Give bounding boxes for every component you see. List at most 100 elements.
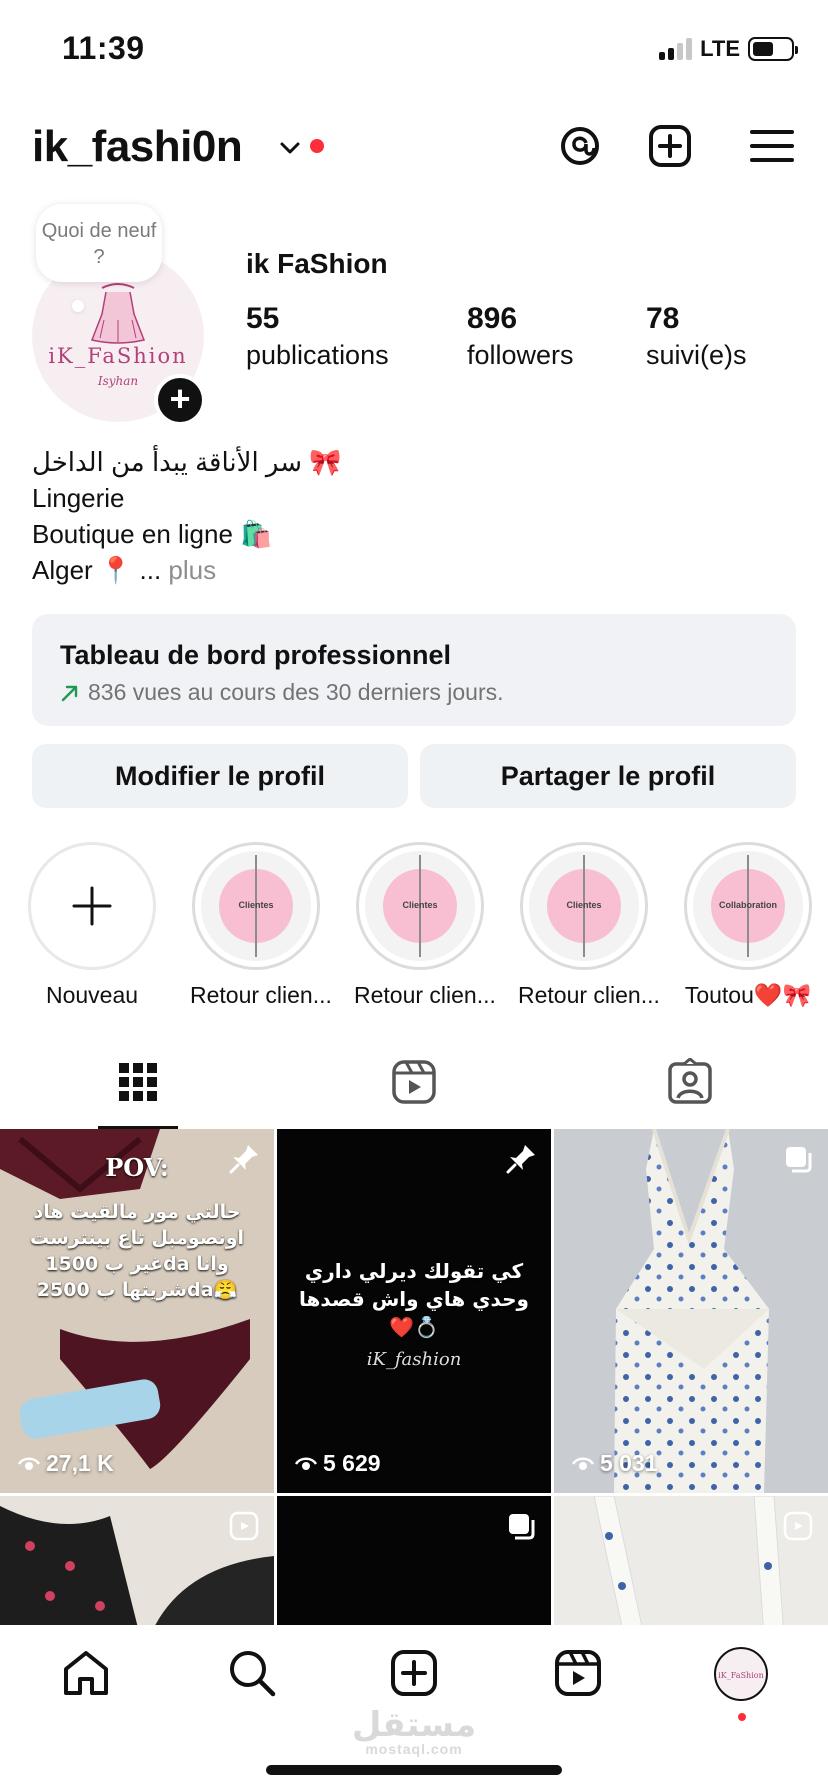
dashboard-subtitle-row: 836 vues au cours des 30 derniers jours.	[60, 679, 768, 706]
eye-icon	[18, 1457, 40, 1470]
post-thumbnail[interactable]	[0, 1496, 274, 1625]
edit-profile-button[interactable]: Modifier le profil	[32, 744, 408, 808]
watermark-arabic: مستقل	[351, 1705, 477, 1745]
profile-tab-avatar[interactable]: iK_FaShion	[714, 1647, 768, 1701]
highlight-label: Toutou❤️🎀	[684, 982, 812, 1008]
highlight-item[interactable]: Collaboration Toutou❤️🎀	[682, 842, 814, 1009]
romper-photo	[554, 1129, 828, 1493]
display-name: ik FaShion	[246, 248, 388, 279]
view-count: 5 031	[572, 1450, 658, 1477]
profile-bio: سر الأناقة يبدأ من الداخل 🎀 Lingerie Bou…	[32, 444, 342, 588]
highlight-new[interactable]: Nouveau	[26, 842, 158, 1009]
highlight-item[interactable]: Clientes Retour clien...	[518, 842, 660, 1009]
post-overlay-brand: iK_fashion	[366, 1349, 462, 1370]
highlight-ring: Collaboration	[684, 842, 812, 970]
carousel-icon	[786, 1147, 812, 1173]
home-icon[interactable]	[60, 1647, 112, 1699]
highlight-cover-text: Clientes	[566, 900, 602, 910]
watermark-latin: mostaql.com	[365, 1741, 463, 1757]
bio-line: سر الأناقة يبدأ من الداخل 🎀	[32, 447, 342, 477]
bottom-navigation: iK_FaShion مستقل mostaql.com	[0, 1625, 828, 1792]
profile-header: ik_fashi0n	[0, 112, 828, 182]
signal-icon	[659, 38, 693, 60]
pin-icon	[506, 1145, 535, 1174]
stat-following[interactable]: 78 suivi(e)s	[646, 302, 747, 371]
account-switcher-username[interactable]: ik_fashi0n	[32, 122, 243, 172]
eye-icon	[572, 1457, 594, 1470]
battery-icon	[748, 37, 798, 61]
bio-line: Lingerie	[32, 483, 125, 513]
add-story-button[interactable]: +	[154, 374, 206, 426]
bio-line: Alger 📍 ... plus	[32, 552, 342, 588]
highlight-label: Retour clien...	[354, 982, 496, 1008]
chevron-down-icon[interactable]	[278, 140, 302, 156]
avatar-brand-text: iK_FaShion	[48, 344, 188, 368]
highlight-label: Retour clien...	[518, 982, 660, 1008]
search-icon[interactable]	[226, 1647, 278, 1699]
highlight-cover-text: Clientes	[238, 900, 274, 910]
bio-location: Alger 📍 ...	[32, 555, 162, 585]
create-post-icon[interactable]	[646, 122, 694, 170]
pin-icon	[229, 1145, 258, 1174]
tagged-icon[interactable]	[666, 1058, 714, 1106]
plus-icon: +	[158, 378, 202, 422]
highlight-label: Retour clien...	[190, 982, 332, 1008]
post-thumbnail[interactable]	[277, 1496, 551, 1625]
highlight-item[interactable]: Clientes Retour clien...	[190, 842, 332, 1009]
eye-icon	[295, 1457, 317, 1470]
note-bubble[interactable]: Quoi de neuf ?	[36, 204, 162, 282]
stat-publications[interactable]: 55 publications	[246, 302, 389, 371]
plus-icon	[72, 886, 112, 926]
watermark: مستقل mostaql.com	[0, 1705, 828, 1757]
view-count: 5 629	[295, 1450, 381, 1477]
reel-indicator-icon	[783, 1511, 813, 1541]
stat-value: 78	[646, 302, 680, 335]
posts-grid: POV: حالتي مور مالقيت هاد اونصومبل تاع ب…	[0, 1129, 828, 1625]
trend-up-icon	[61, 685, 78, 701]
post-thumbnail[interactable]: POV: حالتي مور مالقيت هاد اونصومبل تاع ب…	[0, 1129, 274, 1493]
status-time: 11:39	[62, 30, 145, 66]
reels-icon[interactable]	[390, 1058, 438, 1106]
create-icon[interactable]	[388, 1647, 440, 1699]
highlight-ring: Clientes	[356, 842, 484, 970]
carousel-icon	[509, 1514, 535, 1540]
share-profile-button[interactable]: Partager le profil	[420, 744, 796, 808]
highlight-ring: Clientes	[192, 842, 320, 970]
status-bar: 11:39 LTE	[0, 0, 828, 100]
highlight-item[interactable]: Clientes Retour clien...	[354, 842, 496, 1009]
status-indicators: LTE	[659, 36, 798, 62]
note-bubble-tail	[72, 300, 84, 312]
stat-value: 55	[246, 302, 280, 335]
menu-icon[interactable]	[748, 122, 796, 170]
stat-followers[interactable]: 896 followers	[467, 302, 574, 371]
avatar-brand-text: iK_FaShion	[718, 1671, 764, 1680]
professional-dashboard[interactable]: Tableau de bord professionnel 836 vues a…	[32, 614, 796, 726]
post-thumbnail[interactable]: كي تقولك ديرلي داري وحدي هاي واش قصدها❤️…	[277, 1129, 551, 1493]
highlight-ring	[28, 842, 156, 970]
view-count: 27,1 K	[18, 1450, 114, 1477]
highlight-cover-text: Collaboration	[719, 900, 777, 910]
stat-label: publications	[246, 340, 389, 370]
notification-dot	[310, 139, 324, 153]
post-overlay-text: حالتي مور مالقيت هاد اونصومبل تاع بينترس…	[29, 1201, 245, 1301]
lingerie-photo	[0, 1129, 274, 1493]
post-thumbnail[interactable]	[554, 1496, 828, 1625]
highlight-cover-text: Clientes	[402, 900, 438, 910]
post-thumbnail[interactable]: 5 031	[554, 1129, 828, 1493]
threads-icon[interactable]	[556, 122, 604, 170]
reels-icon[interactable]	[552, 1647, 604, 1699]
bio-more-link[interactable]: plus	[168, 555, 216, 585]
home-indicator	[266, 1765, 562, 1775]
stat-value: 896	[467, 302, 518, 335]
network-label: LTE	[700, 36, 740, 61]
reel-indicator-icon	[229, 1511, 259, 1541]
bio-line: Boutique en ligne 🛍️	[32, 519, 273, 549]
highlight-ring: Clientes	[520, 842, 648, 970]
profile-tabs	[0, 1048, 828, 1129]
stat-label: followers	[467, 340, 574, 370]
stat-label: suivi(e)s	[646, 340, 747, 370]
dashboard-title: Tableau de bord professionnel	[60, 640, 452, 670]
grid-icon[interactable]	[114, 1058, 162, 1106]
post-overlay-text: كي تقولك ديرلي داري وحدي هاي واش قصدها❤️…	[299, 1259, 529, 1339]
dashboard-subtitle: 836 vues au cours des 30 derniers jours.	[88, 679, 504, 705]
